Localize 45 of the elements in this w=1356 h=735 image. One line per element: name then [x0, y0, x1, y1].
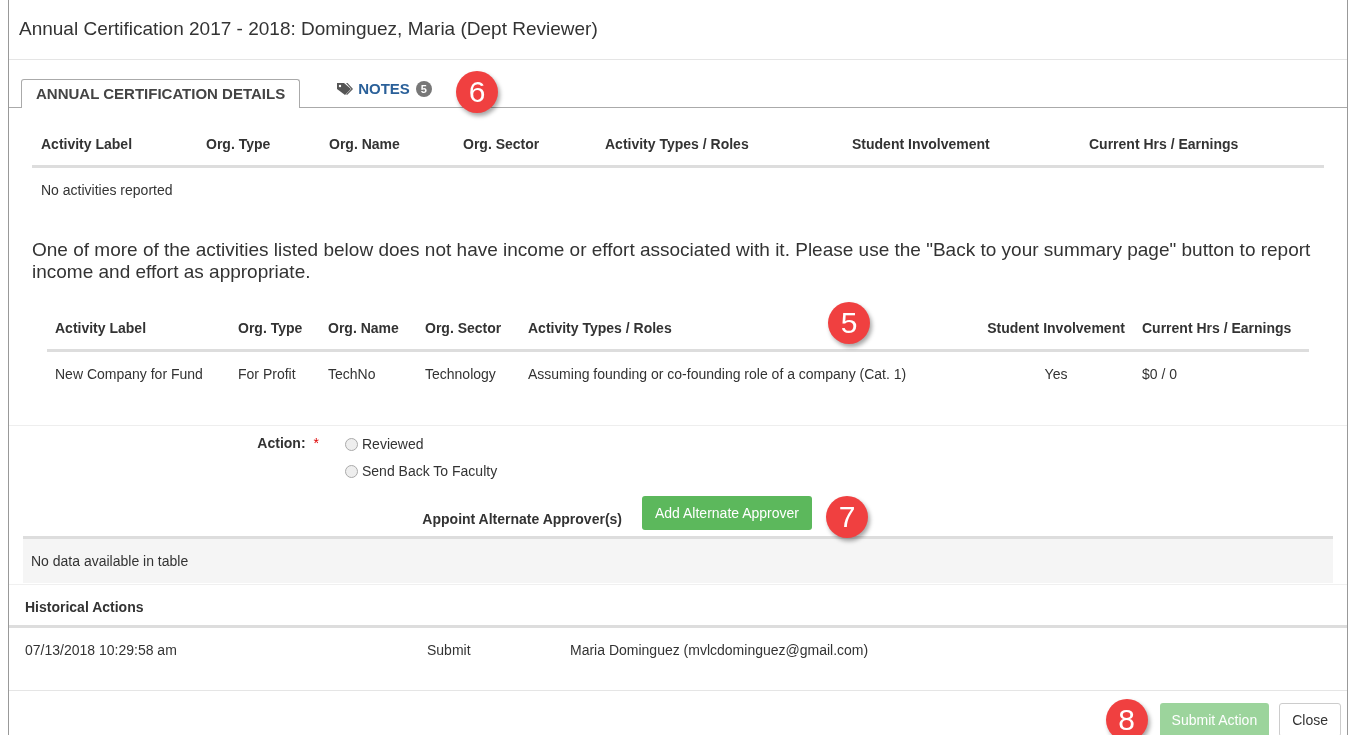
table-cell: Submit [427, 642, 471, 658]
empty-message: No data available in table [31, 553, 189, 569]
table-cell: $0 / 0 [1142, 366, 1178, 382]
callout-marker: 8 [1105, 699, 1148, 735]
table-cell: Technology [425, 366, 496, 382]
radio-label[interactable]: Send Back To Faculty [362, 461, 498, 482]
column-header: Current Hrs / Earnings [1089, 136, 1239, 152]
column-header: Org. Name [328, 320, 399, 336]
column-header: Student Involvement [987, 320, 1125, 336]
table-cell: Assuming founding or co-founding role of a company (Cat. 1) [528, 366, 907, 382]
count-badge: 5 [415, 81, 432, 97]
window-title: Annual Certification 2017 - 2018: Dominguez, Maria (Dept Reviewer) [19, 17, 598, 42]
radio-label[interactable]: Reviewed [362, 434, 424, 455]
tab[interactable]: NOTES 5 [322, 75, 446, 103]
table-cell: Yes [1044, 366, 1068, 382]
table-cell: TechNo [328, 366, 376, 382]
section-label: Appoint Alternate Approver(s) [422, 509, 622, 529]
callout-marker: 5 [828, 302, 870, 344]
radio-button[interactable] [345, 438, 358, 451]
table-cell: Maria Dominguez (mvlcdominguez@gmail.com) [570, 642, 869, 658]
warning-text: One of more of the activities listed below does not have income or effort associated with it. Please use the "Back to your summary page" button to report income and effort as appropriate. [32, 239, 1312, 283]
column-header: Org. Type [206, 136, 271, 152]
column-header: Activity Types / Roles [528, 320, 672, 336]
column-header: Activity Types / Roles [605, 136, 749, 152]
column-header: Current Hrs / Earnings [1142, 320, 1292, 336]
required-mark: * [313, 434, 319, 453]
radio-button[interactable] [345, 465, 358, 478]
callout-marker: 7 [826, 496, 868, 538]
column-header: Student Involvement [852, 136, 990, 152]
column-header: Org. Type [238, 320, 303, 336]
column-header: Org. Sector [425, 320, 502, 336]
column-header: Activity Label [55, 320, 147, 336]
field-label: Action: [257, 434, 306, 453]
section-title: Historical Actions [25, 599, 144, 615]
column-header: Org. Name [329, 136, 400, 152]
table-cell: New Company for Fund [55, 366, 203, 382]
callout-marker: 6 [455, 71, 498, 113]
tab[interactable]: ANNUAL CERTIFICATION DETAILS [21, 79, 301, 108]
tag-icon [336, 82, 355, 96]
table-cell: 07/13/2018 10:29:58 am [25, 642, 177, 658]
empty-message: No activities reported [41, 182, 173, 198]
table-cell: For Profit [238, 366, 296, 382]
close-button[interactable]: Close [1279, 703, 1341, 735]
column-header: Activity Label [41, 136, 133, 152]
column-header: Org. Sector [463, 136, 540, 152]
